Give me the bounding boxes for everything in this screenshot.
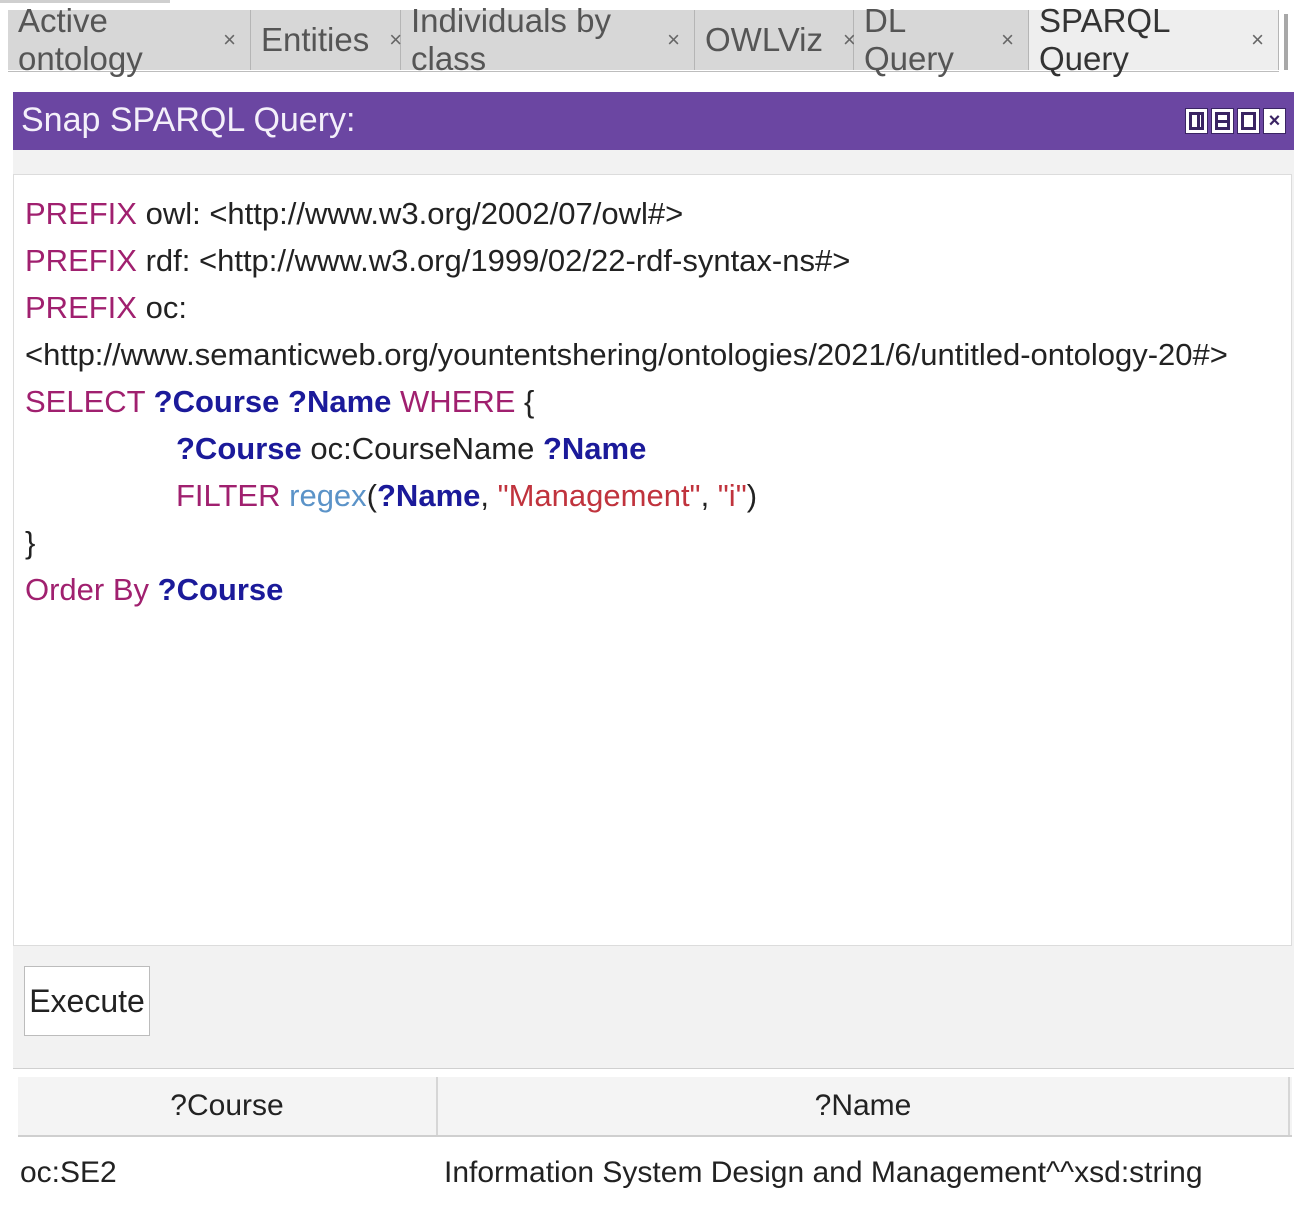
keyword: Order By — [25, 572, 150, 607]
tab-bar: Active ontology × Entities × Individuals… — [0, 0, 1294, 80]
query-line: } — [25, 519, 35, 566]
results-table: ?Course ?Name oc:SE2 Information System … — [13, 1068, 1294, 1214]
query-line: SELECT ?Course ?Name WHERE { — [25, 378, 534, 425]
results-header: ?Course ?Name — [18, 1077, 1292, 1137]
keyword: WHERE — [400, 384, 516, 419]
query-line: PREFIX rdf: <http://www.w3.org/1999/02/2… — [25, 237, 850, 284]
cell-course: oc:SE2 — [20, 1156, 117, 1189]
query-line: ?Course oc:CourseName ?Name — [176, 425, 646, 472]
sparql-query-editor[interactable]: PREFIX owl: <http://www.w3.org/2002/07/o… — [13, 174, 1292, 946]
split-vertical-icon[interactable] — [1185, 108, 1208, 134]
tabs: Active ontology × Entities × Individuals… — [8, 2, 1279, 77]
keyword: FILTER — [176, 478, 281, 513]
query-text: ) — [746, 478, 758, 513]
query-text: rdf: <http://www.w3.org/1999/02/22-rdf-s… — [136, 243, 851, 278]
view-controls: × — [1185, 108, 1286, 134]
query-line: FILTER regex(?Name, "Management", "i") — [176, 472, 757, 519]
tab-label: Active ontology — [18, 2, 143, 77]
tab-sparql-query[interactable]: SPARQL Query × — [1029, 2, 1279, 77]
query-line: Order By ?Course — [25, 566, 283, 613]
panel-title: Snap SPARQL Query: — [21, 101, 356, 139]
query-line: PREFIX oc: — [25, 284, 187, 331]
table-row[interactable]: oc:SE2 Information System Design and Man… — [18, 1143, 1292, 1203]
split-horizontal-icon[interactable] — [1211, 108, 1234, 134]
column-header-name[interactable]: ?Name — [438, 1077, 1290, 1135]
tab-label: DL Query — [864, 2, 954, 77]
tab-individuals-by-class[interactable]: Individuals by class × — [401, 2, 695, 77]
cell-name: Information System Design and Management… — [444, 1156, 1203, 1189]
query-line: PREFIX owl: <http://www.w3.org/2002/07/o… — [25, 190, 683, 237]
column-header-course[interactable]: ?Course — [18, 1077, 438, 1135]
panel-title-bar: Snap SPARQL Query: × — [13, 92, 1294, 150]
variable: ?Course — [157, 572, 284, 607]
query-text: oc: — [136, 290, 187, 325]
tab-label: OWLViz — [705, 21, 823, 58]
variable: ?Name — [288, 384, 392, 419]
tab-label: Entities — [261, 21, 370, 58]
tab-label: SPARQL Query — [1039, 2, 1170, 77]
close-icon[interactable]: × — [223, 27, 236, 53]
keyword: PREFIX — [25, 196, 137, 231]
query-text: ( — [366, 478, 377, 513]
function-name: regex — [289, 478, 367, 513]
query-text: oc:CourseName — [301, 431, 543, 466]
variable: ?Name — [542, 431, 647, 466]
query-text: { — [515, 384, 535, 419]
variable: ?Course — [153, 384, 280, 419]
query-text: , — [700, 478, 718, 513]
query-text: } — [25, 525, 36, 560]
tab-owlviz[interactable]: OWLViz × — [695, 10, 856, 70]
query-line: <http://www.semanticweb.org/yountentsher… — [25, 331, 1228, 378]
tab-active-ontology[interactable]: Active ontology × — [8, 2, 251, 77]
variable: ?Name — [377, 478, 481, 513]
tab-entities[interactable]: Entities × — [251, 10, 402, 70]
string-literal: "i" — [717, 478, 747, 513]
keyword: SELECT — [25, 384, 146, 419]
float-view-icon[interactable] — [1237, 108, 1260, 134]
close-icon[interactable]: × — [1001, 27, 1014, 53]
keyword: PREFIX — [25, 243, 137, 278]
close-icon[interactable]: × — [667, 27, 680, 53]
query-text: owl: <http://www.w3.org/2002/07/owl#> — [136, 196, 684, 231]
keyword: PREFIX — [25, 290, 137, 325]
variable: ?Course — [176, 431, 302, 466]
execute-button[interactable]: Execute — [24, 966, 150, 1036]
tab-dl-query[interactable]: DL Query × — [854, 2, 1029, 77]
query-text: <http://www.semanticweb.org/yountentsher… — [25, 337, 1228, 372]
tab-scroll-edge — [1284, 14, 1288, 70]
close-icon[interactable]: × — [1251, 27, 1264, 53]
tab-label: Individuals by class — [411, 2, 611, 77]
query-text: , — [480, 478, 498, 513]
close-view-icon[interactable]: × — [1263, 108, 1286, 134]
string-literal: "Management" — [497, 478, 701, 513]
